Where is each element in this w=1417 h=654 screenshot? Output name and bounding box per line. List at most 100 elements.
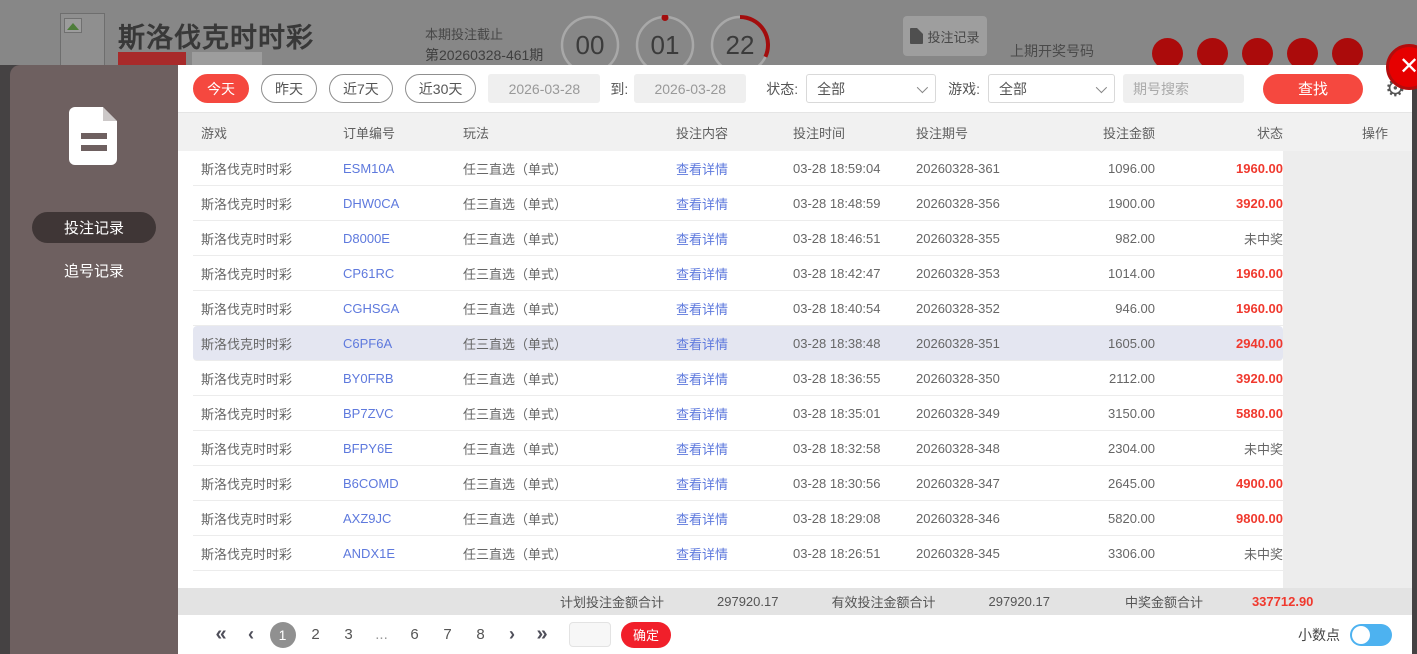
date-from-input[interactable] [488,74,600,103]
dimmed-tab-gray[interactable] [192,52,262,65]
detail-link[interactable]: 查看详情 [676,407,728,422]
quick-date-filter[interactable]: 今天 [193,74,249,103]
table-row[interactable]: 斯洛伐克时时彩 C6PF6A 任三直选（单式） 查看详情 03-28 18:38… [193,326,1283,361]
search-button[interactable]: 查找 [1263,74,1363,104]
page-number[interactable]: 2 [299,622,332,648]
page-number[interactable]: 1 [266,622,299,648]
table-row[interactable]: 斯洛伐克时时彩 DHW0CA 任三直选（单式） 查看详情 03-28 18:48… [193,186,1283,221]
table-row[interactable]: 斯洛伐克时时彩 ESM10A 任三直选（单式） 查看详情 03-28 18:59… [193,151,1283,186]
last-page-button[interactable]: » [527,623,557,646]
detail-link[interactable]: 查看详情 [676,547,728,562]
broken-image-icon [64,18,82,33]
detail-link[interactable]: 查看详情 [676,197,728,212]
page-number[interactable]: 3 [332,622,365,648]
table-row[interactable]: 斯洛伐克时时彩 ANDX1E 任三直选（单式） 查看详情 03-28 18:26… [193,536,1283,571]
col-action: 操作 [1283,123,1412,142]
table-row[interactable]: 斯洛伐克时时彩 CGHSGA 任三直选（单式） 查看详情 03-28 18:40… [193,291,1283,326]
cell-period: 20260328-356 [916,196,1056,211]
prev-page-button[interactable]: ‹ [236,624,266,645]
status-select[interactable]: 全部 [806,74,936,103]
table-row[interactable]: 斯洛伐克时时彩 B6COMD 任三直选（单式） 查看详情 03-28 18:30… [193,466,1283,501]
cell-game: 斯洛伐克时时彩 [193,229,343,248]
detail-link[interactable]: 查看详情 [676,337,728,352]
sidebar-item-chase-records[interactable]: 追号记录 [32,255,156,285]
order-link[interactable]: ANDX1E [343,546,395,561]
confirm-button[interactable]: 确定 [621,622,671,648]
order-link[interactable]: CGHSGA [343,301,399,316]
lottery-ball [1332,38,1363,65]
order-link[interactable]: AXZ9JC [343,511,391,526]
cell-time: 03-28 18:42:47 [793,266,916,281]
cell-time: 03-28 18:32:58 [793,441,916,456]
next-page-button[interactable]: › [497,624,527,645]
col-order: 订单编号 [343,123,463,142]
table-row[interactable]: 斯洛伐克时时彩 BP7ZVC 任三直选（单式） 查看详情 03-28 18:35… [193,396,1283,431]
cell-time: 03-28 18:35:01 [793,406,916,421]
cell-play: 任三直选（单式） [463,439,676,458]
chevron-down-icon [1096,81,1107,92]
order-link[interactable]: ESM10A [343,161,394,176]
summary-value: 297920.17 [988,594,1049,609]
page-number[interactable]: 8 [464,622,497,648]
cell-game: 斯洛伐克时时彩 [193,264,343,283]
cell-game: 斯洛伐克时时彩 [193,439,343,458]
col-play: 玩法 [463,123,676,142]
detail-link[interactable]: 查看详情 [676,442,728,457]
toggle-knob [1352,626,1370,644]
cell-status: 3920.00 [1155,196,1283,211]
detail-link[interactable]: 查看详情 [676,302,728,317]
action-column-strip [1283,151,1412,588]
page-number[interactable]: 6 [398,622,431,648]
order-link[interactable]: C6PF6A [343,336,392,351]
cell-status: 9800.00 [1155,511,1283,526]
quick-date-filter[interactable]: 近7天 [329,74,393,103]
detail-link[interactable]: 查看详情 [676,162,728,177]
cell-amount: 3306.00 [1056,546,1155,561]
detail-link[interactable]: 查看详情 [676,267,728,282]
quick-date-filter[interactable]: 近30天 [405,74,477,103]
cell-game: 斯洛伐克时时彩 [193,299,343,318]
first-page-button[interactable]: « [206,623,236,646]
page-jump-input[interactable] [569,622,611,647]
cell-time: 03-28 18:48:59 [793,196,916,211]
page-ellipsis: ... [365,622,398,648]
bet-record-button[interactable]: 投注记录 [903,16,987,56]
detail-link[interactable]: 查看详情 [676,512,728,527]
detail-link[interactable]: 查看详情 [676,232,728,247]
cell-play: 任三直选（单式） [463,264,676,283]
sidebar-item-bet-records[interactable]: 投注记录 [32,212,156,243]
cell-play: 任三直选（单式） [463,194,676,213]
document-icon [910,28,923,44]
dimmed-tab-red[interactable] [118,52,186,65]
table-row[interactable]: 斯洛伐克时时彩 BY0FRB 任三直选（单式） 查看详情 03-28 18:36… [193,361,1283,396]
cell-play: 任三直选（单式） [463,369,676,388]
table-row[interactable]: 斯洛伐克时时彩 D8000E 任三直选（单式） 查看详情 03-28 18:46… [193,221,1283,256]
period-search-input[interactable] [1123,74,1244,103]
cell-amount: 1900.00 [1056,196,1155,211]
page-number[interactable]: 7 [431,622,464,648]
cell-period: 20260328-353 [916,266,1056,281]
table-row[interactable]: 斯洛伐克时时彩 BFPY6E 任三直选（单式） 查看详情 03-28 18:32… [193,431,1283,466]
summary-value: 337712.90 [1252,594,1313,609]
order-link[interactable]: CP61RC [343,266,394,281]
cell-amount: 982.00 [1056,231,1155,246]
cell-game: 斯洛伐克时时彩 [193,369,343,388]
quick-date-filter[interactable]: 昨天 [261,74,317,103]
detail-link[interactable]: 查看详情 [676,477,728,492]
order-link[interactable]: BP7ZVC [343,406,394,421]
countdown-timer: 00 01 22 [560,15,770,65]
cell-amount: 1096.00 [1056,161,1155,176]
detail-link[interactable]: 查看详情 [676,372,728,387]
cell-time: 03-28 18:40:54 [793,301,916,316]
order-link[interactable]: D8000E [343,231,390,246]
table-row[interactable]: 斯洛伐克时时彩 CP61RC 任三直选（单式） 查看详情 03-28 18:42… [193,256,1283,291]
date-to-input[interactable] [634,74,746,103]
order-link[interactable]: DHW0CA [343,196,399,211]
bet-record-label: 投注记录 [927,27,979,46]
game-select[interactable]: 全部 [988,74,1115,103]
order-link[interactable]: BY0FRB [343,371,394,386]
decimal-toggle[interactable] [1350,624,1392,646]
order-link[interactable]: BFPY6E [343,441,393,456]
table-row[interactable]: 斯洛伐克时时彩 AXZ9JC 任三直选（单式） 查看详情 03-28 18:29… [193,501,1283,536]
order-link[interactable]: B6COMD [343,476,399,491]
